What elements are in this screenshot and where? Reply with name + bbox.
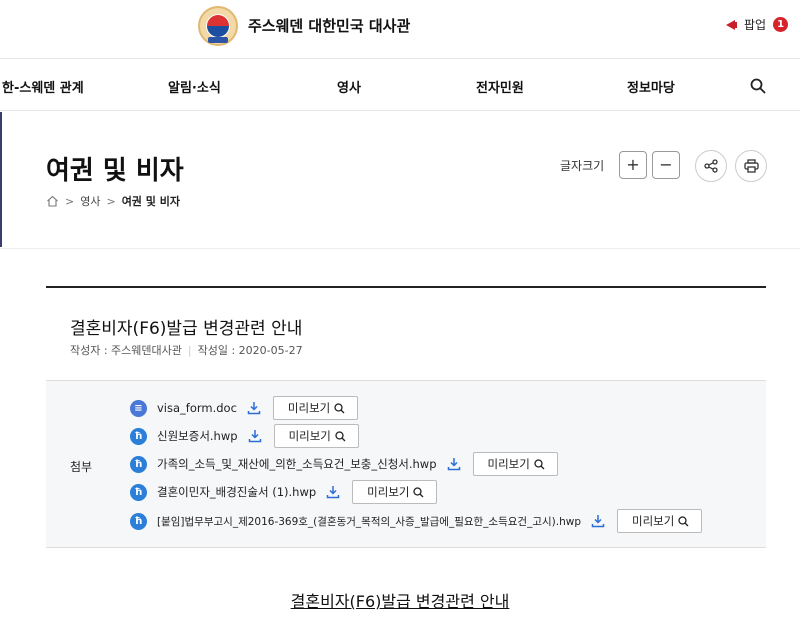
file-name-link[interactable]: 가족의_소득_및_재산에_의한_소득요건_보충_신청서.hwp <box>157 456 437 472</box>
breadcrumb: > 영사 > 여권 및 비자 <box>46 193 180 209</box>
print-icon <box>743 159 759 173</box>
popup-button[interactable]: 팝업 1 <box>722 16 789 33</box>
font-size-label: 글자크기 <box>560 159 605 173</box>
attachment-row: ≡ visa_form.doc 미리보기 <box>130 396 359 420</box>
logo-ribbon <box>208 37 228 43</box>
page-title: 여권 및 비자 <box>46 156 184 186</box>
share-button[interactable] <box>695 150 727 182</box>
article-title: 결혼비자(F6)발급 변경관련 안내 <box>70 319 303 339</box>
content-title-link[interactable]: 결혼비자(F6)발급 변경관련 안내 <box>0 588 800 612</box>
date-label: 작성일 : 2020-05-27 <box>197 344 303 357</box>
home-icon[interactable] <box>46 195 59 207</box>
nav-item-consular[interactable]: 영사 <box>337 77 361 96</box>
left-accent-rule <box>0 112 2 247</box>
breadcrumb-current: 여권 및 비자 <box>121 195 180 208</box>
search-icon <box>335 430 346 441</box>
hwp-file-icon: ħ <box>130 455 147 473</box>
breadcrumb-consular[interactable]: 영사 <box>80 193 100 209</box>
section-divider <box>0 248 800 249</box>
breadcrumb-separator: > <box>106 194 116 208</box>
attachment-row: ħ 신원보증서.hwp 미리보기 <box>130 424 359 448</box>
taegeuk-emblem <box>206 14 230 38</box>
preview-button[interactable]: 미리보기 <box>273 424 359 448</box>
download-icon[interactable] <box>248 429 262 443</box>
article-top-rule <box>46 286 766 288</box>
search-icon[interactable] <box>750 78 766 94</box>
hwp-file-icon: ħ <box>130 483 147 501</box>
search-icon <box>534 458 545 469</box>
search-icon <box>678 515 689 526</box>
download-icon[interactable] <box>591 514 605 528</box>
attachment-row: ħ 결혼이민자_배경진술서 (1).hwp 미리보기 <box>130 480 438 504</box>
file-name-link[interactable]: 결혼이민자_배경진술서 (1).hwp <box>157 484 316 500</box>
breadcrumb-separator: > <box>65 194 75 208</box>
print-button[interactable] <box>735 150 767 182</box>
attachment-row: ħ 가족의_소득_및_재산에_의한_소득요건_보충_신청서.hwp 미리보기 <box>130 452 558 476</box>
font-increase-button[interactable]: + <box>619 151 647 179</box>
site-title[interactable]: 주스웨덴 대한민국 대사관 <box>248 15 410 36</box>
nav-item-e-services[interactable]: 전자민원 <box>476 77 524 96</box>
nav-item-relations[interactable]: 한-스웨덴 관계 <box>2 77 84 96</box>
embassy-logo[interactable] <box>198 6 238 46</box>
author-label: 작성자 : 주스웨덴대사관 <box>70 344 182 357</box>
attachment-row: ħ [붙임]법무부고시_제2016-369호_(결혼동거_목적의_사증_발급에_… <box>130 509 703 533</box>
font-decrease-button[interactable]: − <box>652 151 680 179</box>
preview-button[interactable]: 미리보기 <box>472 452 558 476</box>
doc-file-icon: ≡ <box>130 399 147 417</box>
preview-button[interactable]: 미리보기 <box>352 480 438 504</box>
share-icon <box>704 159 718 173</box>
download-icon[interactable] <box>326 485 340 499</box>
attachment-label: 첨부 <box>70 460 93 474</box>
hwp-file-icon: ħ <box>130 512 147 530</box>
search-icon <box>334 402 345 413</box>
file-name-link[interactable]: visa_form.doc <box>157 401 237 415</box>
file-name-link[interactable]: 신원보증서.hwp <box>157 428 238 444</box>
popup-count-badge: 1 <box>773 17 789 32</box>
top-bar: 주스웨덴 대한민국 대사관 팝업 1 <box>0 0 800 58</box>
popup-label: 팝업 <box>744 18 767 32</box>
nav-item-news[interactable]: 알림·소식 <box>168 77 221 96</box>
preview-button[interactable]: 미리보기 <box>272 396 359 420</box>
search-icon <box>413 486 424 497</box>
download-icon[interactable] <box>247 401 261 415</box>
megaphone-icon <box>722 18 738 32</box>
main-nav: 한-스웨덴 관계 알림·소식 영사 전자민원 정보마당 <box>0 58 800 111</box>
hwp-file-icon: ħ <box>130 427 147 445</box>
nav-item-info[interactable]: 정보마당 <box>627 77 675 96</box>
article-meta: 작성자 : 주스웨덴대사관 | 작성일 : 2020-05-27 <box>70 344 303 357</box>
file-name-link[interactable]: [붙임]법무부고시_제2016-369호_(결혼동거_목적의_사증_발급에_필요… <box>157 514 581 529</box>
download-icon[interactable] <box>447 457 461 471</box>
preview-button[interactable]: 미리보기 <box>616 509 703 533</box>
